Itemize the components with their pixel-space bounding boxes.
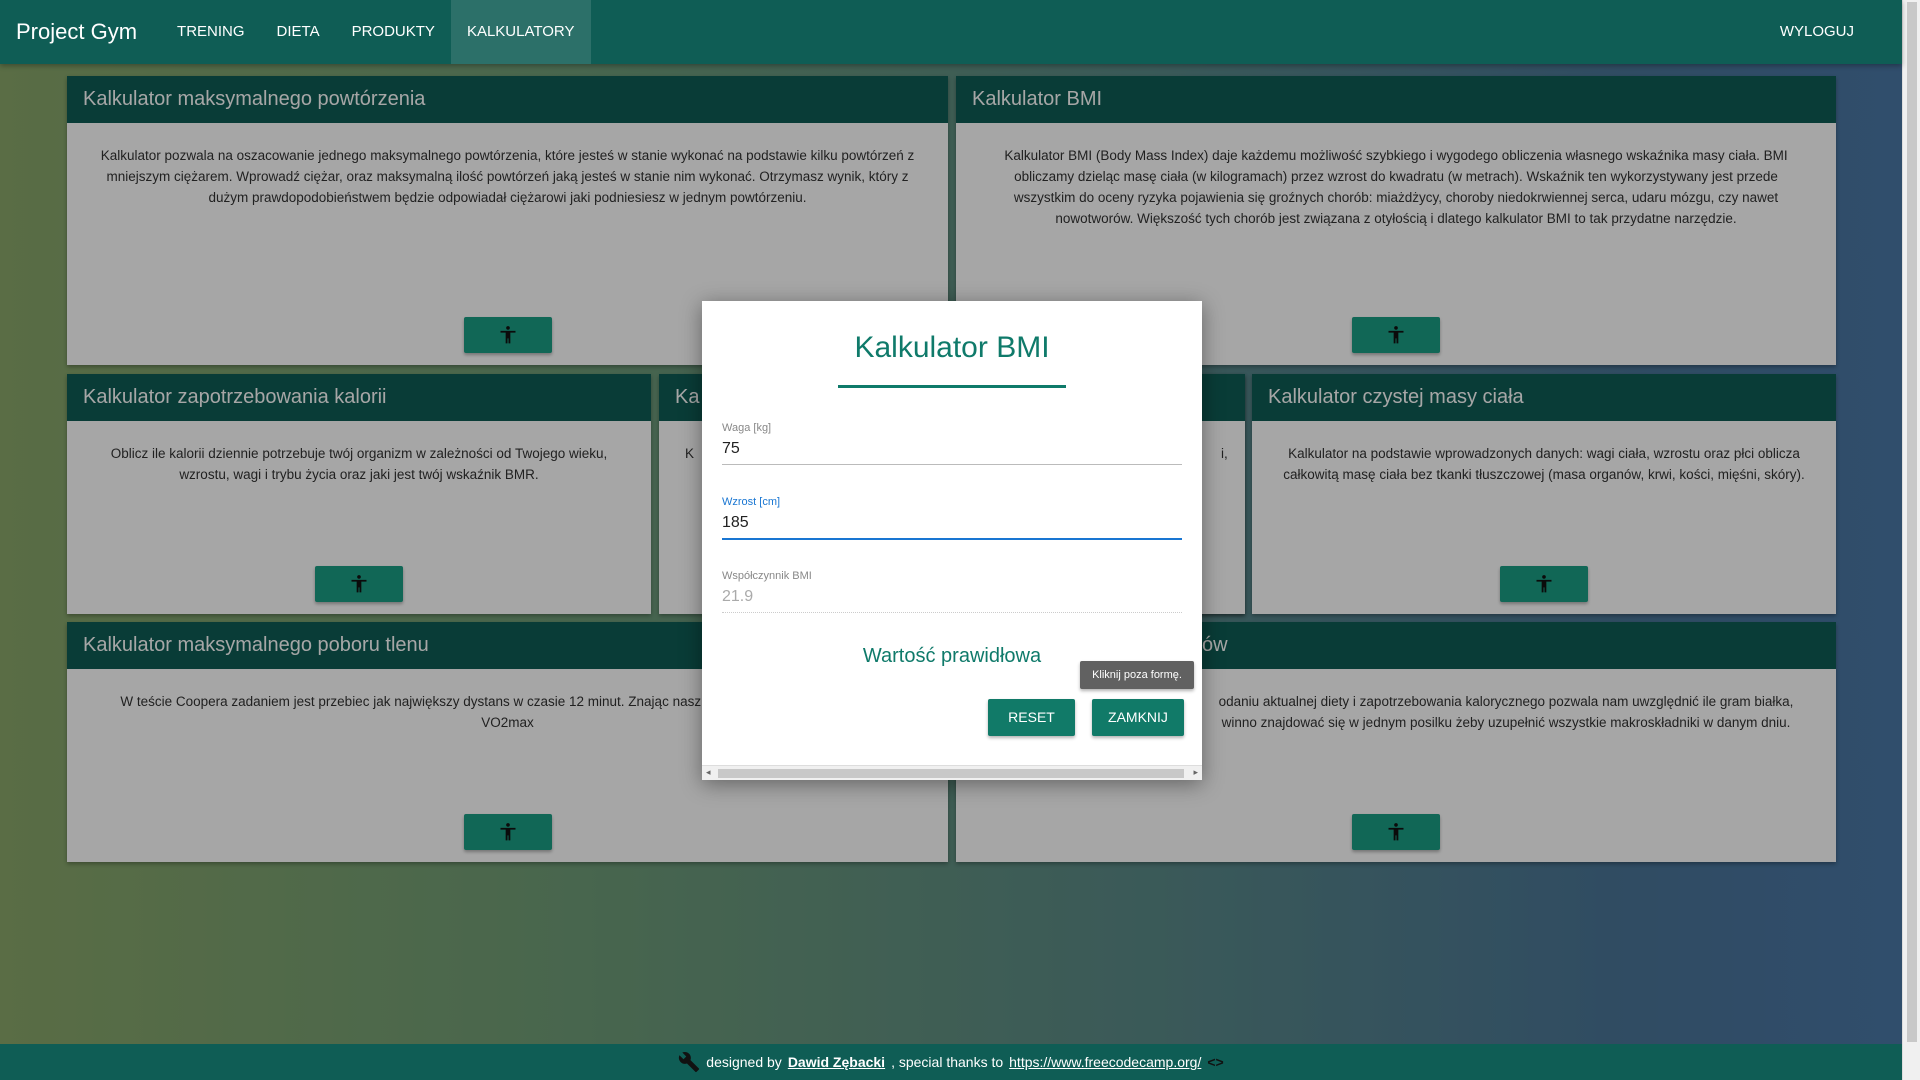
nav-item-trening[interactable]: TRENING xyxy=(161,0,261,64)
height-field[interactable]: Wzrost [cm] 185 xyxy=(722,496,1182,540)
modal-scrollbar[interactable]: ◂ ▸ xyxy=(702,765,1202,780)
modal-title: Kalkulator BMI xyxy=(854,331,1050,364)
bmi-label: Współczynnik BMI xyxy=(722,570,812,582)
code-icon: <> xyxy=(1207,1054,1224,1070)
weight-field[interactable]: Waga [kg] 75 xyxy=(722,422,1182,465)
page-scrollbar[interactable] xyxy=(1902,0,1920,1080)
weight-input[interactable]: 75 xyxy=(722,440,1182,465)
bmi-field: Współczynnik BMI 21.9 xyxy=(722,570,1182,613)
height-input[interactable]: 185 xyxy=(722,514,1182,540)
title-underline xyxy=(838,385,1066,388)
footer: designed by Dawid Zębacki , special than… xyxy=(0,1044,1902,1080)
footer-author-link[interactable]: Dawid Zębacki xyxy=(788,1054,885,1070)
page-scrollbar-thumb[interactable] xyxy=(1907,2,1917,1042)
close-tooltip: Kliknij poza formę. xyxy=(1080,661,1194,689)
footer-thanks: , special thanks to xyxy=(891,1054,1004,1070)
logout-button[interactable]: WYLOGUJ xyxy=(1764,0,1870,64)
scroll-left-icon[interactable]: ◂ xyxy=(706,767,711,778)
bmi-modal: Kalkulator BMI Waga [kg] 75 Wzrost [cm] … xyxy=(702,301,1202,780)
scroll-right-icon[interactable]: ▸ xyxy=(1193,767,1198,778)
nav-item-kalkulatory[interactable]: KALKULATORY xyxy=(450,0,591,64)
nav-item-dieta[interactable]: DIETA xyxy=(261,0,336,64)
bmi-output: 21.9 xyxy=(722,588,1182,613)
modal-scrollbar-thumb[interactable] xyxy=(718,769,1184,778)
nav-item-produkty[interactable]: PRODUKTY xyxy=(336,0,451,64)
top-navbar: Project Gym TRENING DIETA PRODUKTY KALKU… xyxy=(0,0,1902,64)
footer-freecodecamp-link[interactable]: https://www.freecodecamp.org/ xyxy=(1009,1054,1201,1070)
close-button[interactable]: ZAMKNIJ xyxy=(1092,699,1184,736)
reset-button[interactable]: RESET xyxy=(988,699,1075,736)
footer-designed-by: designed by xyxy=(706,1054,782,1070)
weight-label: Waga [kg] xyxy=(722,422,772,434)
height-label: Wzrost [cm] xyxy=(722,496,781,508)
wrench-icon xyxy=(679,1052,700,1073)
brand-logo[interactable]: Project Gym xyxy=(16,19,137,45)
